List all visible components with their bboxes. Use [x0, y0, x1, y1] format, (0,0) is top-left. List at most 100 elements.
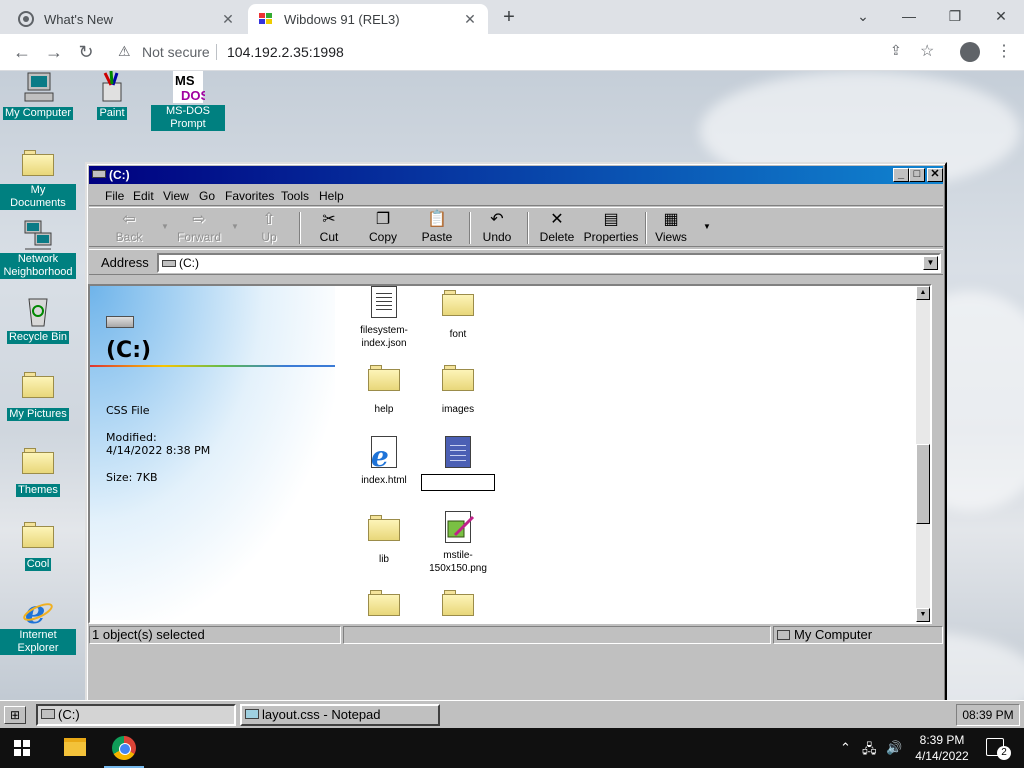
- drive-icon: [41, 709, 55, 719]
- menu-go[interactable]: Go: [199, 189, 215, 203]
- desktop-icon-msdos[interactable]: MS DOS MS-DOS Prompt: [150, 71, 226, 131]
- vertical-scrollbar[interactable]: ▲ ▼: [916, 286, 930, 622]
- security-label[interactable]: Not secure: [142, 44, 210, 60]
- bookmark-star-icon[interactable]: ☆: [920, 41, 934, 61]
- file-item[interactable]: e index.html: [346, 436, 422, 487]
- menu-help[interactable]: Help: [319, 189, 344, 203]
- file-type: CSS File: [106, 404, 150, 417]
- file-name: images: [441, 404, 475, 415]
- back-arrow-icon[interactable]: ←: [10, 40, 34, 64]
- status-bar: 1 object(s) selected My Computer: [89, 626, 943, 644]
- desktop-icon-network[interactable]: Network Neighborhood: [0, 219, 76, 279]
- taskbar-item-drive[interactable]: (C:): [36, 704, 236, 726]
- forward-button[interactable]: ⇨ Forward: [171, 210, 227, 246]
- close-window-icon[interactable]: ✕: [978, 4, 1024, 28]
- paste-button[interactable]: 📋 Paste: [409, 210, 465, 246]
- desktop-icon-recycle-bin[interactable]: Recycle Bin: [0, 295, 76, 344]
- drive-icon: [92, 170, 106, 178]
- windows-start-icon[interactable]: [14, 740, 30, 756]
- folder-item[interactable]: lib: [346, 511, 422, 566]
- menu-file[interactable]: File: [105, 189, 124, 203]
- window-title: (C:): [109, 168, 130, 182]
- file-item[interactable]: mstile-150x150.png: [420, 511, 496, 575]
- properties-icon: ▤: [603, 211, 619, 228]
- menu-favorites[interactable]: Favorites: [225, 189, 274, 203]
- folder-item[interactable]: font: [420, 286, 496, 341]
- rename-input[interactable]: [421, 474, 495, 491]
- scroll-up-icon[interactable]: ▲: [916, 286, 930, 300]
- scroll-thumb[interactable]: [916, 444, 930, 524]
- forward-dropdown-icon[interactable]: ▼: [231, 222, 239, 231]
- notification-center-icon[interactable]: 2: [986, 738, 1011, 760]
- folder-icon: [21, 448, 55, 480]
- scroll-down-icon[interactable]: ▼: [916, 608, 930, 622]
- menu-edit[interactable]: Edit: [133, 189, 154, 203]
- folder-item[interactable]: [420, 586, 496, 622]
- folder-item[interactable]: images: [420, 361, 496, 416]
- menu-view[interactable]: View: [163, 189, 189, 203]
- chrome-icon[interactable]: [112, 736, 136, 760]
- desktop-icon-cool[interactable]: Cool: [0, 519, 76, 571]
- undo-button[interactable]: ↶ Undo: [469, 210, 525, 246]
- menu-tools[interactable]: Tools: [281, 189, 309, 203]
- chevron-up-icon[interactable]: ⌃: [840, 740, 851, 756]
- tab-wibdows[interactable]: Wibdows 91 (REL3) ✕: [248, 4, 488, 34]
- restore-window-icon[interactable]: ❐: [932, 4, 978, 28]
- views-dropdown-icon[interactable]: ▼: [703, 222, 711, 231]
- system-clock[interactable]: 8:39 PM 4/14/2022: [912, 732, 972, 764]
- address-dropdown-icon[interactable]: ▼: [923, 256, 938, 270]
- close-tab-icon[interactable]: ✕: [220, 11, 236, 28]
- views-button[interactable]: ▦ Views: [643, 210, 699, 246]
- close-tab-icon[interactable]: ✕: [462, 11, 478, 28]
- cut-button[interactable]: ✂ Cut: [301, 210, 357, 246]
- properties-button[interactable]: ▤ Properties: [579, 210, 643, 246]
- close-icon[interactable]: ✕: [927, 168, 943, 182]
- start-button-icon[interactable]: ⊞: [4, 706, 26, 724]
- back-button[interactable]: ⇦ Back: [101, 210, 157, 246]
- new-tab-icon[interactable]: +: [498, 6, 520, 28]
- window-titlebar[interactable]: (C:) _ □ ✕: [89, 166, 943, 184]
- tab-whats-new[interactable]: What's New ✕: [8, 4, 246, 34]
- url-text[interactable]: 104.192.2.35:1998: [227, 44, 344, 60]
- desktop-icon-my-documents[interactable]: My Documents: [0, 147, 76, 210]
- back-dropdown-icon[interactable]: ▼: [161, 222, 169, 231]
- share-icon[interactable]: ⇪: [890, 42, 902, 59]
- file-explorer-icon[interactable]: [64, 738, 86, 756]
- desktop-icon-my-computer[interactable]: My Computer: [0, 71, 76, 120]
- web-view-info-panel: (C:) CSS File Modified: 4/14/2022 8:38 P…: [90, 286, 335, 620]
- desktop-icon-internet-explorer[interactable]: e Internet Explorer: [0, 593, 76, 655]
- folder-item[interactable]: [346, 586, 422, 622]
- desktop-icon-paint[interactable]: Paint: [74, 71, 150, 120]
- chrome-menu-icon[interactable]: ⋮: [996, 41, 1012, 61]
- address-input[interactable]: (C:) ▼: [157, 253, 941, 273]
- delete-button[interactable]: ✕ Delete: [529, 210, 585, 246]
- folder-item[interactable]: help: [346, 361, 422, 416]
- minimize-icon[interactable]: _: [893, 168, 909, 182]
- warning-icon[interactable]: ⚠: [118, 43, 131, 60]
- file-item-renaming[interactable]: [420, 436, 496, 494]
- omnibox[interactable]: ⚠ Not secure 104.192.2.35:1998 ⇪ ☆: [108, 37, 934, 67]
- notepad-icon: [441, 436, 475, 470]
- chrome-favicon-icon: [18, 11, 34, 27]
- up-button[interactable]: ⇧ Up: [241, 210, 297, 246]
- file-item[interactable]: filesystem-index.json: [346, 286, 422, 350]
- clipboard-icon: 📋: [427, 211, 447, 228]
- copy-button[interactable]: ❐ Copy: [355, 210, 411, 246]
- status-empty: [343, 626, 771, 644]
- svg-text:MS: MS: [175, 73, 195, 88]
- volume-icon[interactable]: 🔊: [886, 740, 902, 756]
- maximize-icon[interactable]: □: [909, 168, 925, 182]
- desktop-icon-themes[interactable]: Themes: [0, 445, 76, 497]
- forward-arrow-icon[interactable]: →: [42, 40, 66, 64]
- taskbar-item-notepad[interactable]: layout.css - Notepad: [240, 704, 440, 726]
- desktop-icon-my-pictures[interactable]: My Pictures: [0, 369, 76, 421]
- document-icon: [367, 286, 401, 320]
- reload-icon[interactable]: ↻: [74, 40, 98, 64]
- image-file-icon: [441, 511, 475, 545]
- svg-text:DOS: DOS: [181, 88, 205, 103]
- network-icon[interactable]: 🖧: [862, 740, 877, 762]
- minimize-window-icon[interactable]: —: [886, 4, 932, 28]
- profile-avatar-icon[interactable]: [960, 42, 980, 62]
- tab-search-chevron-icon[interactable]: ⌄: [840, 4, 886, 28]
- folder-icon: [367, 590, 401, 622]
